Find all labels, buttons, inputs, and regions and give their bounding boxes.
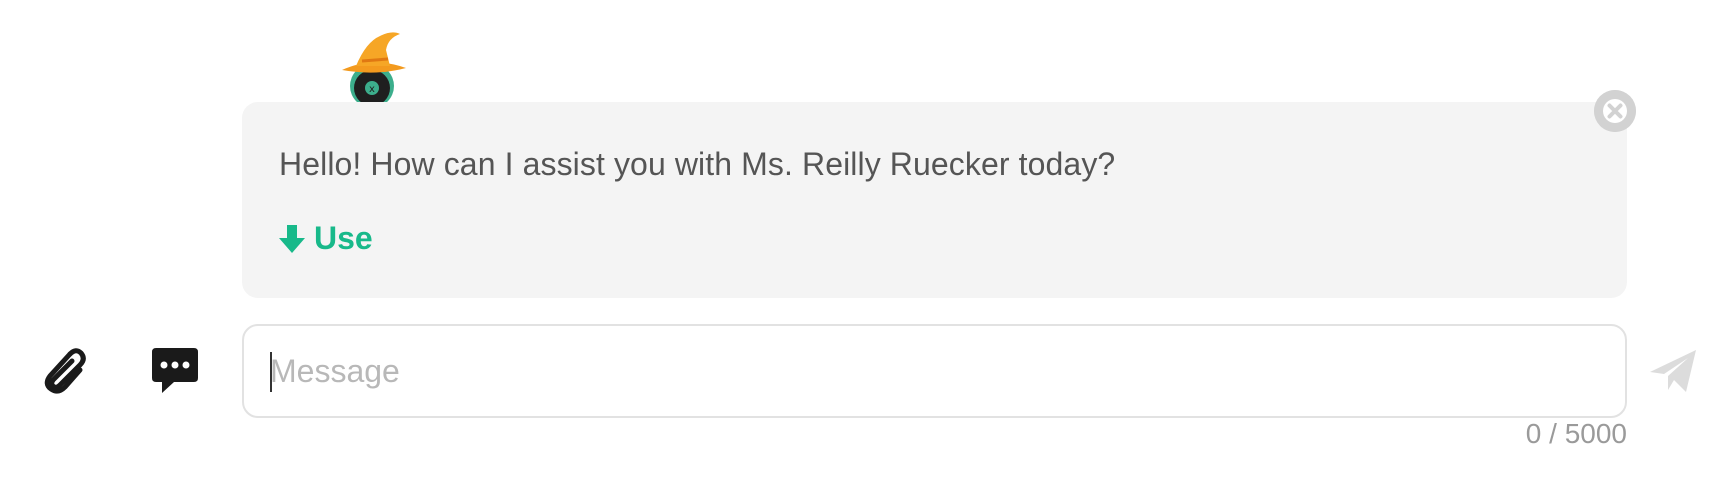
send-button[interactable]	[1648, 346, 1698, 396]
close-suggestion-button[interactable]	[1594, 90, 1636, 132]
attach-file-button[interactable]	[38, 344, 86, 396]
suggestion-text: Hello! How can I assist you with Ms. Rei…	[279, 146, 1116, 182]
message-input[interactable]	[270, 326, 1600, 416]
use-label: Use	[314, 220, 373, 256]
send-paper-plane-icon	[1650, 350, 1696, 392]
paperclip-icon	[44, 348, 86, 394]
close-circle-icon	[1594, 90, 1636, 132]
svg-text:x: x	[369, 84, 375, 95]
message-box	[242, 324, 1627, 418]
chat-bubble-dots-icon	[152, 348, 198, 393]
suggestion-bubble: Hello! How can I assist you with Ms. Rei…	[242, 102, 1627, 298]
chat-composer-panel: x Hello! How can I assist you with Ms. R…	[0, 0, 1734, 480]
use-suggestion-button[interactable]: Use	[278, 220, 373, 257]
text-caret	[270, 352, 272, 392]
prompts-button[interactable]	[150, 346, 200, 396]
character-count: 0 / 5000	[1525, 418, 1627, 449]
arrow-down-icon	[278, 223, 306, 255]
